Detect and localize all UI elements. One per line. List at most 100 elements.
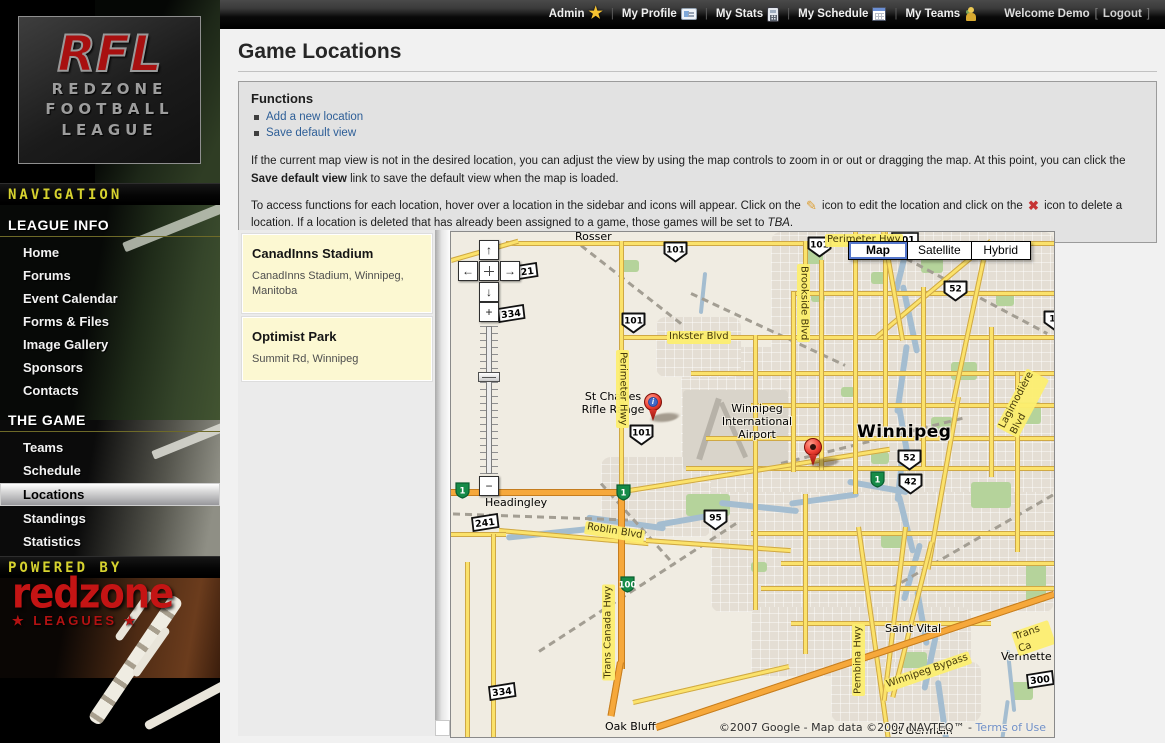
svg-text:1: 1 xyxy=(621,489,627,499)
topbar-item-my-profile[interactable]: My Profile xyxy=(622,8,697,20)
calculator-icon xyxy=(767,7,779,22)
pan-left-icon[interactable]: ← xyxy=(458,261,478,281)
highway-shield-241: 241 xyxy=(470,513,500,532)
svg-text:100: 100 xyxy=(619,581,637,591)
map-park xyxy=(971,482,1011,508)
location-card-optimist-park[interactable]: Optimist ParkSummit Rd, Winnipeg xyxy=(242,317,432,381)
highway-shield-1: 1 xyxy=(453,481,472,500)
logout-link[interactable]: Logout xyxy=(1103,8,1142,20)
map-copyright: ©2007 Google - Map data ©2007 NAVTEQ™ - … xyxy=(719,721,1046,734)
map-type-map[interactable]: Map xyxy=(848,241,908,260)
svg-text:52: 52 xyxy=(903,454,916,464)
svg-text:101: 101 xyxy=(666,246,685,256)
map-canvas[interactable]: MapSatelliteHybrid ©2007 Google - Map da… xyxy=(451,232,1054,737)
text-run: To access functions for each location, h… xyxy=(251,200,804,212)
sidebar-section-items: TeamsScheduleLocationsStandingsStatistic… xyxy=(0,436,220,553)
map-type-hybrid[interactable]: Hybrid xyxy=(971,241,1031,260)
sidebar-item-forums[interactable]: Forums xyxy=(0,264,220,287)
sidebar-item-sponsors[interactable]: Sponsors xyxy=(0,356,220,379)
svg-text:10: 10 xyxy=(1049,315,1054,325)
football-lace-decor xyxy=(143,678,220,731)
map-label-brookside-blvd: Brookside Blvd xyxy=(797,264,810,342)
highway-shield-334: 334 xyxy=(496,304,526,323)
calendar-icon xyxy=(872,7,886,21)
text-run: If the current map view is not in the de… xyxy=(251,155,1125,167)
svg-text:101: 101 xyxy=(624,317,643,327)
league-logo[interactable]: RFL REDZONE FOOTBALL LEAGUE xyxy=(18,16,201,164)
welcome-text: Welcome Demo xyxy=(1004,8,1089,20)
highway-shield-52: 52 xyxy=(897,449,922,471)
location-name: Optimist Park xyxy=(252,329,422,344)
topbar-separator: | xyxy=(611,8,614,20)
map-road xyxy=(451,532,506,537)
zoom-out-icon[interactable]: − xyxy=(479,476,499,496)
sidebar-item-statistics[interactable]: Statistics xyxy=(0,530,220,553)
topbar-item-label: My Teams xyxy=(905,8,960,20)
highway-shield-300: 300 xyxy=(1025,670,1054,689)
league-logo-line: REDZONE xyxy=(19,79,200,99)
highway-shield-42: 42 xyxy=(898,473,923,495)
topbar-item-my-stats[interactable]: My Stats xyxy=(716,7,779,22)
sidebar-item-standings[interactable]: Standings xyxy=(0,507,220,530)
sidebar-section-title-the-game: THE GAME xyxy=(0,402,220,432)
brand-name: redzone xyxy=(12,574,173,613)
highway-shield-334: 334 xyxy=(487,682,517,701)
highway-shield-101: 101 xyxy=(629,424,654,446)
pan-right-icon[interactable]: → xyxy=(500,261,520,281)
functions-list-item: Save default view xyxy=(253,127,1144,139)
location-card-canadinns-stadium[interactable]: CanadInns Stadium CanadInns Stadium, Winn… xyxy=(242,234,432,313)
redzone-leagues-logo[interactable]: redzone ★ LEAGUES ★ xyxy=(12,576,173,629)
map-label-perimeter-hwy: Perimeter Hwy xyxy=(616,350,629,428)
sidebar-item-forms-files[interactable]: Forms & Files xyxy=(0,310,220,333)
zoom-slider-handle[interactable] xyxy=(478,372,500,382)
link-save-default-view[interactable]: Save default view xyxy=(266,127,356,139)
zoom-slider-track[interactable] xyxy=(486,326,492,474)
location-address: CanadInns Stadium, Winnipeg, Manitoba xyxy=(252,269,422,299)
edit-pencil-icon: ✎ xyxy=(804,199,819,212)
highway-shield-1: 1 xyxy=(614,483,633,502)
topbar-item-my-teams[interactable]: My Teams xyxy=(905,7,978,22)
topbar-item-my-schedule[interactable]: My Schedule xyxy=(798,7,886,21)
location-name: CanadInns Stadium xyxy=(252,246,422,261)
map-type-satellite[interactable]: Satellite xyxy=(907,241,972,260)
map-label-headingley: Headingley xyxy=(485,496,547,509)
svg-text:1: 1 xyxy=(460,487,466,497)
link-add-a-new-location[interactable]: Add a new location xyxy=(266,111,363,123)
zoom-in-icon[interactable]: + xyxy=(479,302,499,322)
map-road xyxy=(632,664,789,705)
sidebar-section-items: HomeForumsEvent CalendarForms & FilesIma… xyxy=(0,241,220,402)
terms-of-use-link[interactable]: Terms of Use xyxy=(975,721,1046,734)
map-label-winnipeg-international-airport: Winnipeg International Airport xyxy=(703,402,811,441)
svg-text:42: 42 xyxy=(904,478,917,488)
location-list-scrollbar[interactable] xyxy=(435,230,450,736)
sidebar-item-image-gallery[interactable]: Image Gallery xyxy=(0,333,220,356)
topbar-item-admin[interactable]: Admin★ xyxy=(549,7,603,21)
topbar-separator: | xyxy=(894,8,897,20)
sidebar-item-contacts[interactable]: Contacts xyxy=(0,379,220,402)
pan-up-icon[interactable]: ↑ xyxy=(479,240,499,260)
map-label-pembina-hwy: Pembina Hwy xyxy=(853,624,866,696)
delete-x-icon: ✖ xyxy=(1026,199,1041,212)
sidebar-item-home[interactable]: Home xyxy=(0,241,220,264)
sidebar-item-locations[interactable]: Locations xyxy=(0,483,220,506)
scrollbar-thumb[interactable] xyxy=(435,720,450,736)
svg-text:101: 101 xyxy=(632,429,651,439)
map-label-inkster-blvd: Inkster Blvd xyxy=(667,331,731,344)
svg-text:95: 95 xyxy=(709,514,722,524)
title-rule xyxy=(238,71,1157,72)
sidebar-item-event-calendar[interactable]: Event Calendar xyxy=(0,287,220,310)
topbar-item-label: Admin xyxy=(549,8,585,20)
map-marker-info[interactable]: i xyxy=(643,392,663,422)
sidebar-item-schedule[interactable]: Schedule xyxy=(0,459,220,482)
copyright-text: ©2007 Google - Map data ©2007 NAVTEQ™ - xyxy=(719,721,976,734)
map-road xyxy=(781,561,1054,566)
map-label-trans-canada-hwy: Trans Canada Hwy xyxy=(603,584,616,680)
pan-down-icon[interactable]: ↓ xyxy=(479,282,499,302)
sidebar-item-teams[interactable]: Teams xyxy=(0,436,220,459)
pan-center-icon[interactable] xyxy=(479,261,499,281)
topbar-item-label: My Schedule xyxy=(798,8,868,20)
map-marker-plain[interactable] xyxy=(803,437,823,467)
map-urban-area xyxy=(656,317,741,377)
marker-dot xyxy=(810,444,816,450)
topbar-right: Welcome Demo [ Logout ] xyxy=(1004,8,1155,20)
